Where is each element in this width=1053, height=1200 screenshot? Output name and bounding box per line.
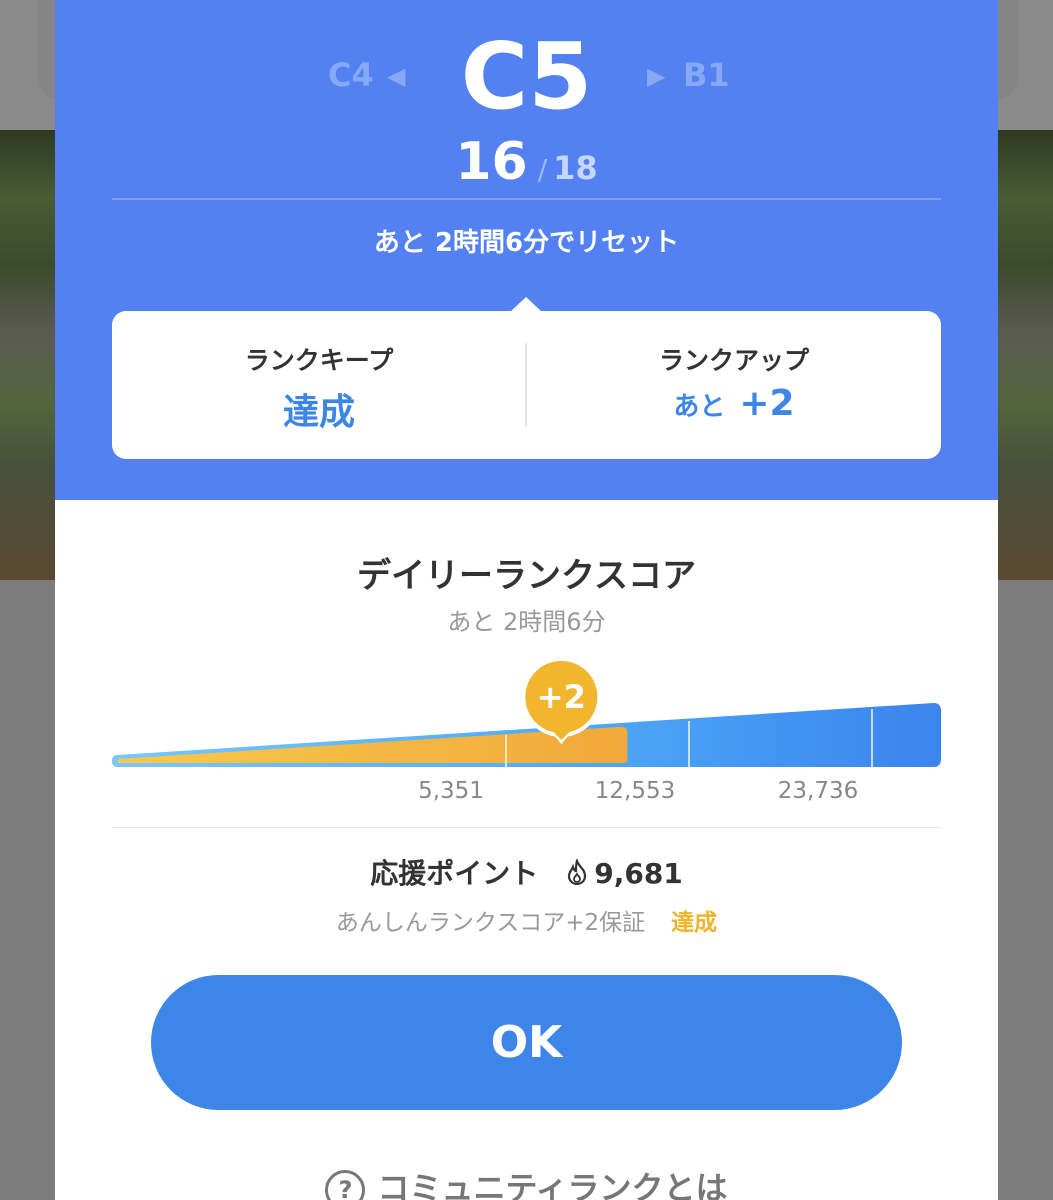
- score-gauge: +2: [110, 655, 945, 775]
- support-points-row: 応援ポイント 9,681: [55, 852, 998, 892]
- rank-up-value: +2: [739, 383, 795, 424]
- ok-button[interactable]: OK: [151, 975, 902, 1110]
- rank-counter: 16 /18: [55, 132, 998, 192]
- header-divider: [112, 198, 941, 200]
- help-link-text: コミュニティランクとは: [377, 1169, 728, 1200]
- next-rank[interactable]: B1: [683, 56, 730, 94]
- guarantee-row: あんしんランクスコア+2保証 達成: [55, 903, 998, 937]
- score-bubble-label: +2: [537, 678, 586, 716]
- question-icon: ?: [325, 1170, 366, 1200]
- total-count: 18: [553, 149, 598, 187]
- rank-keep-value: 達成: [282, 392, 355, 433]
- threshold-labels: 5,351 12,553 23,736: [55, 778, 998, 808]
- current-count: 16: [455, 132, 528, 192]
- rank-modal: C4 ◀ C5 ▶ B1 16 /18 あと 2時間6分でリセット ランクキープ …: [55, 0, 998, 1200]
- community-rank-help-link[interactable]: ? コミュニティランクとは: [55, 1163, 998, 1200]
- threshold-label-2: 12,553: [594, 778, 676, 804]
- rank-up-value-row: あと +2: [527, 383, 941, 424]
- next-rank-arrow-icon[interactable]: ▶: [647, 62, 665, 90]
- rank-up-prefix: あと: [673, 392, 726, 422]
- section-divider: [112, 827, 941, 828]
- flame-icon: [568, 859, 587, 885]
- daily-score-title: デイリーランクスコア: [357, 556, 696, 596]
- rank-keep-label: ランクキープ: [244, 346, 394, 375]
- rank-up-label: ランクアップ: [658, 346, 809, 375]
- threshold-label-3: 23,736: [777, 778, 859, 804]
- daily-score-remaining: あと 2時間6分: [447, 608, 606, 636]
- rank-keep-section: ランクキープ 達成: [112, 311, 526, 459]
- reset-timer: あと 2時間6分でリセット: [373, 228, 680, 258]
- count-separator: /: [537, 153, 548, 186]
- support-points-value: 9,681: [594, 857, 683, 890]
- rank-header: C4 ◀ C5 ▶ B1 16 /18 あと 2時間6分でリセット ランクキープ …: [55, 0, 998, 500]
- threshold-label-1: 5,351: [418, 778, 484, 804]
- score-gauge-graphic: +2: [111, 657, 942, 767]
- rank-up-section: ランクアップ あと +2: [527, 311, 941, 459]
- rank-navigator: C4 ◀ C5 ▶ B1: [55, 22, 998, 132]
- rank-status-card: ランクキープ 達成 ランクアップ あと +2: [112, 297, 941, 459]
- support-points-label: 応援ポイント: [370, 857, 539, 890]
- guarantee-status: 達成: [671, 910, 718, 936]
- guarantee-text: あんしんランクスコア+2保証: [335, 910, 646, 936]
- current-rank: C5: [460, 23, 593, 130]
